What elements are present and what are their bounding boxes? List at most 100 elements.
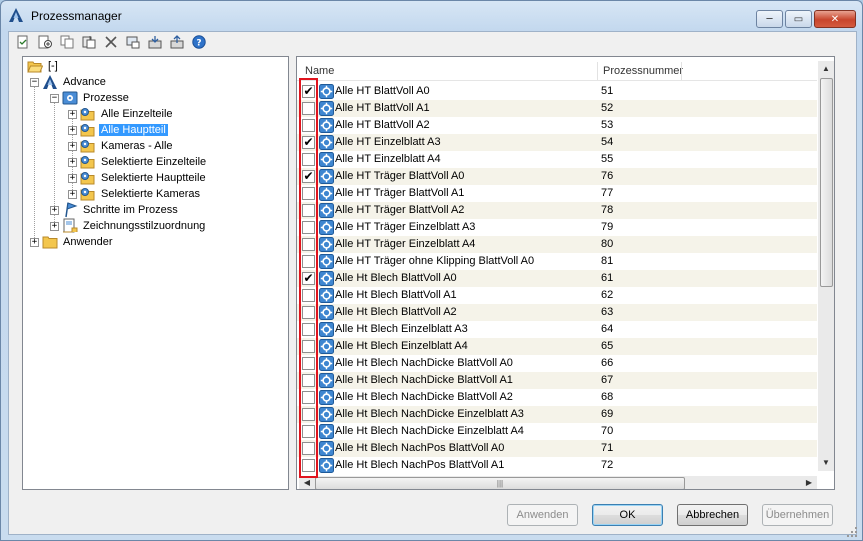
expand-toggle[interactable]: + (68, 109, 77, 119)
list-row[interactable]: Alle HT Einzelblatt A4 55 (297, 151, 817, 168)
row-checkbox[interactable] (302, 289, 315, 302)
column-header-name[interactable]: Name (305, 65, 334, 77)
scroll-thumb[interactable]: ||| (315, 477, 685, 489)
list-row[interactable]: Alle Ht Blech BlattVoll A1 62 (297, 287, 817, 304)
column-separator[interactable] (597, 62, 598, 80)
scroll-down-icon[interactable]: ▼ (818, 455, 834, 471)
apply-button[interactable]: Anwenden (507, 504, 578, 526)
import-icon[interactable] (147, 34, 163, 50)
row-checkbox[interactable] (302, 374, 315, 387)
minimize-button[interactable]: ─ (756, 10, 783, 28)
collapse-toggle[interactable]: − (30, 77, 39, 87)
help-icon[interactable]: ? (191, 34, 207, 50)
list-row[interactable]: Alle Ht Blech NachDicke BlattVoll A1 67 (297, 372, 817, 389)
tree-item-alle-einzelteile[interactable]: + Alle Einzelteile (68, 106, 175, 122)
row-checkbox[interactable]: ✔ (302, 85, 315, 98)
list-row[interactable]: ✔ Alle HT BlattVoll A0 51 (297, 83, 817, 100)
row-checkbox[interactable] (302, 255, 315, 268)
list-row[interactable]: ✔ Alle HT Träger BlattVoll A0 76 (297, 168, 817, 185)
tree-item-alle-hauptteil[interactable]: + Alle Hauptteil (68, 122, 168, 138)
list-row[interactable]: Alle HT Träger BlattVoll A1 77 (297, 185, 817, 202)
copy-icon[interactable] (59, 34, 75, 50)
tree-item-selektierte-hauptteile[interactable]: + Selektierte Hauptteile (68, 170, 208, 186)
list-row[interactable]: Alle Ht Blech NachDicke Einzelblatt A3 69 (297, 406, 817, 423)
row-checkbox[interactable] (302, 357, 315, 370)
list-row[interactable]: Alle Ht Blech NachDicke BlattVoll A2 68 (297, 389, 817, 406)
accept-button[interactable]: Übernehmen (762, 504, 833, 526)
row-checkbox[interactable] (302, 323, 315, 336)
list-row[interactable]: Alle HT Träger Einzelblatt A3 79 (297, 219, 817, 236)
column-header-number[interactable]: Prozessnummer (603, 65, 683, 77)
list-row[interactable]: Alle HT Träger Einzelblatt A4 80 (297, 236, 817, 253)
tree-root[interactable]: [-] (27, 58, 60, 74)
cancel-button[interactable]: Abbrechen (677, 504, 748, 526)
list-row[interactable]: Alle HT BlattVoll A1 52 (297, 100, 817, 117)
horizontal-scrollbar[interactable]: ◀ ||| ▶ (299, 476, 817, 489)
close-button[interactable]: ✕ (814, 10, 856, 28)
tree-item-kameras-alle[interactable]: + Kameras - Alle (68, 138, 175, 154)
expand-toggle[interactable]: + (68, 173, 77, 183)
panel-splitter[interactable] (291, 56, 295, 490)
tree-item-selektierte-kameras[interactable]: + Selektierte Kameras (68, 186, 202, 202)
list-row[interactable]: Alle Ht Blech Einzelblatt A3 64 (297, 321, 817, 338)
row-checkbox[interactable] (302, 408, 315, 421)
tree-item-schritte[interactable]: + Schritte im Prozess (50, 202, 180, 218)
list-row[interactable]: ✔ Alle HT Einzelblatt A3 54 (297, 134, 817, 151)
row-checkbox[interactable]: ✔ (302, 170, 315, 183)
row-checkbox[interactable] (302, 442, 315, 455)
tree-item-anwender[interactable]: + Anwender (30, 234, 115, 250)
ok-button[interactable]: OK (592, 504, 663, 526)
expand-toggle[interactable]: + (30, 237, 39, 247)
paste-icon[interactable] (81, 34, 97, 50)
row-checkbox[interactable] (302, 204, 315, 217)
properties-icon[interactable] (125, 34, 141, 50)
list-row[interactable]: Alle HT Träger BlattVoll A2 78 (297, 202, 817, 219)
list-row[interactable]: Alle Ht Blech BlattVoll A2 63 (297, 304, 817, 321)
collapse-toggle[interactable]: − (50, 93, 59, 103)
add-icon[interactable] (37, 34, 53, 50)
row-checkbox[interactable] (302, 340, 315, 353)
expand-toggle[interactable]: + (68, 189, 77, 199)
process-tree[interactable]: [-] − Advance − Prozesse + Alle Einzelte… (22, 56, 289, 490)
list-row[interactable]: Alle Ht Blech NachDicke BlattVoll A0 66 (297, 355, 817, 372)
expand-toggle[interactable]: + (68, 141, 77, 151)
process-list[interactable]: Name Prozessnummer ✔ Alle HT BlattVoll A0… (296, 56, 835, 490)
row-checkbox[interactable] (302, 221, 315, 234)
row-checkbox[interactable] (302, 391, 315, 404)
expand-toggle[interactable]: + (68, 157, 77, 167)
row-checkbox[interactable] (302, 187, 315, 200)
expand-toggle[interactable]: + (50, 205, 59, 215)
row-checkbox[interactable] (302, 238, 315, 251)
resize-grip-icon[interactable] (847, 527, 857, 537)
tree-item-selektierte-einzelteile[interactable]: + Selektierte Einzelteile (68, 154, 208, 170)
tree-item-zeichnungsstilzuordnung[interactable]: + Zeichnungsstilzuordnung (50, 218, 207, 234)
list-row[interactable]: Alle Ht Blech NachDicke Einzelblatt A4 70 (297, 423, 817, 440)
title-bar[interactable]: Prozessmanager ─ ▭ ✕ (1, 1, 862, 31)
restore-button[interactable]: ▭ (785, 10, 812, 28)
tree-item-advance[interactable]: − Advance (30, 74, 108, 90)
scroll-left-icon[interactable]: ◀ (299, 476, 315, 489)
expand-toggle[interactable]: + (50, 221, 59, 231)
list-row[interactable]: Alle Ht Blech Einzelblatt A4 65 (297, 338, 817, 355)
list-row[interactable]: Alle Ht Blech NachPos BlattVoll A0 71 (297, 440, 817, 457)
scroll-up-icon[interactable]: ▲ (818, 61, 834, 77)
delete-icon[interactable] (103, 34, 119, 50)
row-checkbox[interactable]: ✔ (302, 136, 315, 149)
row-checkbox[interactable] (302, 425, 315, 438)
export-icon[interactable] (169, 34, 185, 50)
row-checkbox[interactable] (302, 153, 315, 166)
row-checkbox[interactable] (302, 102, 315, 115)
list-row[interactable]: Alle HT Träger ohne Klipping BlattVoll A… (297, 253, 817, 270)
vertical-scrollbar[interactable]: ▲ ▼ (818, 61, 834, 471)
list-row[interactable]: Alle HT BlattVoll A2 53 (297, 117, 817, 134)
scroll-thumb[interactable] (820, 78, 833, 287)
list-row[interactable]: Alle Ht Blech NachPos BlattVoll A1 72 (297, 457, 817, 474)
row-checkbox[interactable] (302, 306, 315, 319)
row-checkbox[interactable]: ✔ (302, 272, 315, 285)
scroll-right-icon[interactable]: ▶ (801, 476, 817, 489)
row-checkbox[interactable] (302, 119, 315, 132)
new-process-icon[interactable] (15, 34, 31, 50)
tree-item-prozesse[interactable]: − Prozesse (50, 90, 131, 106)
row-checkbox[interactable] (302, 459, 315, 472)
list-row[interactable]: ✔ Alle Ht Blech BlattVoll A0 61 (297, 270, 817, 287)
